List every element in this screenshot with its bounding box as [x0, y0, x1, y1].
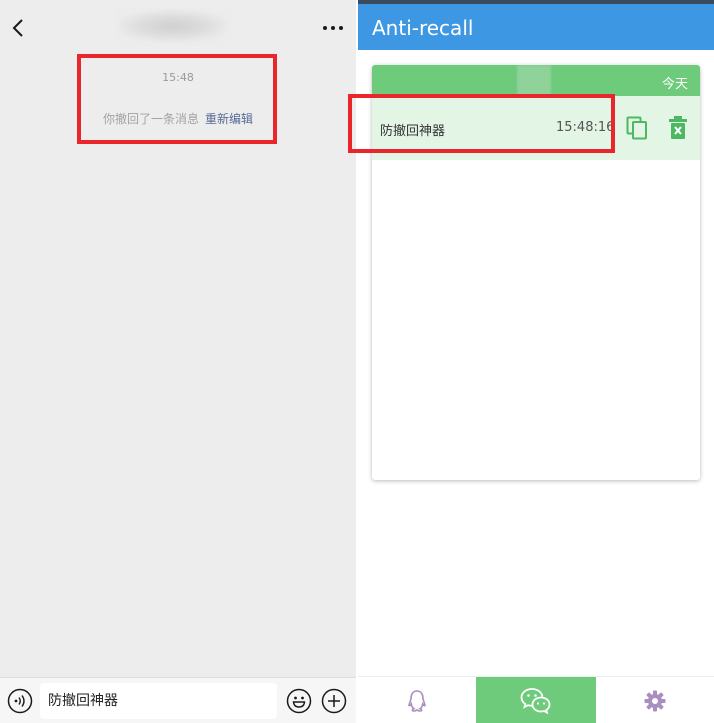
trash-icon[interactable] [668, 116, 688, 140]
chevron-left-icon [12, 19, 23, 37]
back-button[interactable] [6, 12, 30, 44]
input-bar: 防撤回神器 [0, 677, 356, 723]
chat-pane: 15:48 你撤回了一条消息 重新编辑 防撤回神器 [0, 0, 356, 723]
nav-tab-qq[interactable] [358, 677, 476, 723]
nav-tab-settings[interactable] [596, 677, 714, 723]
contact-avatar-blurred [517, 65, 551, 96]
plus-icon[interactable] [321, 688, 347, 714]
more-button[interactable] [318, 12, 348, 44]
copy-icon[interactable] [626, 116, 648, 140]
wechat-icon [520, 687, 551, 714]
card-date-label: 今天 [661, 77, 688, 92]
annotation-box-right [348, 94, 615, 153]
card-header: 今天 [372, 65, 700, 96]
message-input[interactable]: 防撤回神器 [40, 683, 277, 719]
chat-header [0, 0, 356, 56]
app-bar: Anti-recall [358, 0, 714, 50]
anti-recall-pane: Anti-recall 今天 防撤回神器 15:48:16 [348, 0, 714, 723]
voice-icon[interactable] [7, 688, 33, 714]
nav-tab-wechat[interactable] [476, 677, 596, 723]
annotation-box-left [77, 54, 277, 144]
more-dots-icon [323, 26, 343, 30]
bottom-nav [358, 676, 714, 723]
qq-penguin-icon [408, 689, 426, 712]
gear-icon [644, 690, 666, 711]
chat-title-blurred [118, 10, 228, 42]
emoji-icon[interactable] [286, 688, 312, 714]
app-title: Anti-recall [372, 16, 474, 40]
